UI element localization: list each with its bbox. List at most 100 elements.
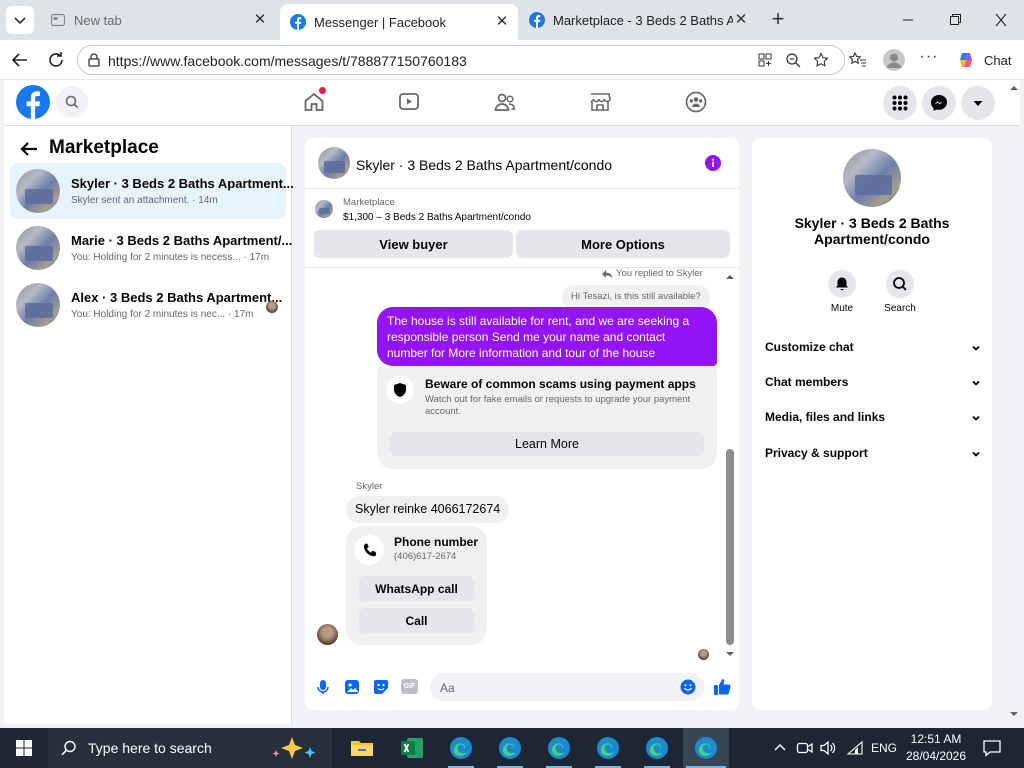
conversation-item-alex[interactable]: Alex · 3 Beds 2 Baths Apartment... You: … [10,277,286,333]
tab-list-button[interactable] [6,6,34,34]
new-tab-button[interactable]: + [766,8,790,32]
file-explorer-taskbar-icon[interactable] [348,734,376,762]
scrollbar-thumb[interactable] [726,449,734,645]
chat-info-button[interactable] [705,155,721,171]
volume-icon[interactable] [819,740,837,756]
network-icon[interactable] [846,740,864,756]
nav-marketplace[interactable] [588,90,612,114]
copilot-sparkle-icon [272,737,316,759]
tab-messenger[interactable]: Messenger | Facebook ✕ [280,4,518,40]
account-button[interactable] [961,86,995,120]
active-app-highlight[interactable] [683,728,729,768]
like-button[interactable] [712,677,732,697]
restore-button[interactable] [943,10,967,30]
minimize-button[interactable] [896,10,920,30]
voice-clip-button[interactable] [314,678,332,696]
listing-thumbnail[interactable] [315,200,333,218]
section-customize-chat[interactable]: Customize chat [765,340,981,360]
close-tab-icon[interactable]: ✕ [494,14,510,30]
view-buyer-button[interactable]: View buyer [314,230,513,258]
chat-avatar[interactable] [318,147,350,179]
whatsapp-call-button[interactable]: WhatsApp call [359,576,474,601]
message-input[interactable]: Aa [430,673,704,701]
gif-button[interactable]: GIF [401,679,418,694]
edge-taskbar-icon-3[interactable] [545,734,573,762]
nav-video[interactable] [397,90,421,114]
info-avatar[interactable] [843,149,901,207]
outgoing-message[interactable]: The house is still available for rent, a… [377,307,717,366]
menu-button[interactable] [883,86,917,120]
edge-taskbar-icon-4[interactable] [594,734,622,762]
scroll-up-icon[interactable] [1008,84,1020,92]
bell-icon [836,277,848,291]
clock-date: 28/04/2026 [905,749,967,763]
nav-friends[interactable] [493,90,517,114]
conversation-item-skyler[interactable]: Skyler · 3 Beds 2 Baths Apartment... Sky… [10,163,294,219]
listing-detail[interactable]: $1,300 – 3 Beds 2 Baths Apartment/condo [343,212,531,223]
attach-photo-button[interactable] [343,678,361,696]
facebook-logo[interactable] [16,85,50,119]
edge-taskbar-icon-1[interactable] [447,734,475,762]
more-options-button[interactable]: More Options [516,230,730,258]
page-scrollbar[interactable] [1008,84,1020,720]
edge-taskbar-icon-2[interactable] [496,734,524,762]
section-privacy-support[interactable]: Privacy & support [765,446,981,466]
url-text: https://www.facebook.com/messages/t/7888… [108,53,467,69]
shield-icon [394,383,406,397]
section-chat-members[interactable]: Chat members [765,375,981,395]
chat-title[interactable]: Skyler · 3 Beds 2 Baths Apartment/condo [356,157,612,173]
language-indicator[interactable]: ENG [871,741,897,755]
notifications-icon[interactable] [982,739,1002,757]
scroll-down-icon[interactable] [725,650,735,658]
conversation-item-marie[interactable]: Marie · 3 Beds 2 Baths Apartment/... You… [10,220,292,276]
scroll-down-icon[interactable] [1008,710,1020,718]
taskbar-search-box[interactable]: Type here to search [48,728,332,768]
site-info-icon[interactable] [86,52,102,68]
section-label: Media, files and links [765,410,886,424]
excel-taskbar-icon[interactable] [398,734,426,762]
start-button[interactable] [0,728,48,768]
sticker-button[interactable] [372,678,390,696]
show-hidden-icons-icon[interactable] [773,741,787,755]
nav-home[interactable] [302,87,326,114]
replied-text: You replied to Skyler [616,268,703,279]
tab-new-tab[interactable]: New tab ✕ [40,6,276,34]
address-bar[interactable]: https://www.facebook.com/messages/t/7888… [77,45,845,75]
nav-groups[interactable] [684,90,708,114]
thumbs-up-icon [714,679,731,695]
meet-now-icon[interactable] [796,740,814,756]
close-tab-icon[interactable]: ✕ [733,12,749,28]
scroll-up-icon[interactable] [725,273,735,281]
favorites-button[interactable] [848,50,868,70]
reload-button[interactable] [44,48,68,72]
tab-marketplace[interactable]: Marketplace - 3 Beds 2 Baths Apar ✕ [519,6,757,34]
clock[interactable]: 12:51 AM 28/04/2026 [902,731,970,765]
close-window-button[interactable] [989,10,1013,30]
phone-number-card: Phone number (406)617-2674 WhatsApp call… [346,526,487,645]
facebook-search-button[interactable] [56,86,88,118]
arrow-left-icon [20,142,37,156]
call-button[interactable]: Call [359,608,474,633]
incoming-message[interactable]: Skyler reinke 4066172674 [346,496,510,523]
zoom-icon[interactable] [785,52,801,68]
outgoing-text: The house is still available for rent, a… [387,314,690,360]
favorite-star-icon[interactable] [813,52,829,68]
quoted-message[interactable]: Hi Tesazi, is this still available? [562,285,710,309]
section-label: Customize chat [765,340,854,354]
app-available-icon[interactable] [757,52,773,68]
copilot-chat-button[interactable]: Chat [950,47,1016,73]
messenger-button[interactable] [922,86,956,120]
search-in-chat-button[interactable] [886,270,914,298]
chat-scrollbar[interactable] [725,273,735,660]
mute-button[interactable] [828,270,856,298]
close-icon [995,13,1007,27]
more-menu-button[interactable]: ··· [918,49,940,70]
back-button[interactable] [8,48,32,72]
section-media-files-links[interactable]: Media, files and links [765,410,981,430]
edge-taskbar-icon-5[interactable] [643,734,671,762]
back-to-marketplace-button[interactable] [18,138,40,160]
close-tab-icon[interactable]: ✕ [252,12,268,28]
emoji-icon[interactable] [680,679,696,695]
profile-avatar[interactable] [883,49,905,71]
learn-more-button[interactable]: Learn More [390,432,704,456]
